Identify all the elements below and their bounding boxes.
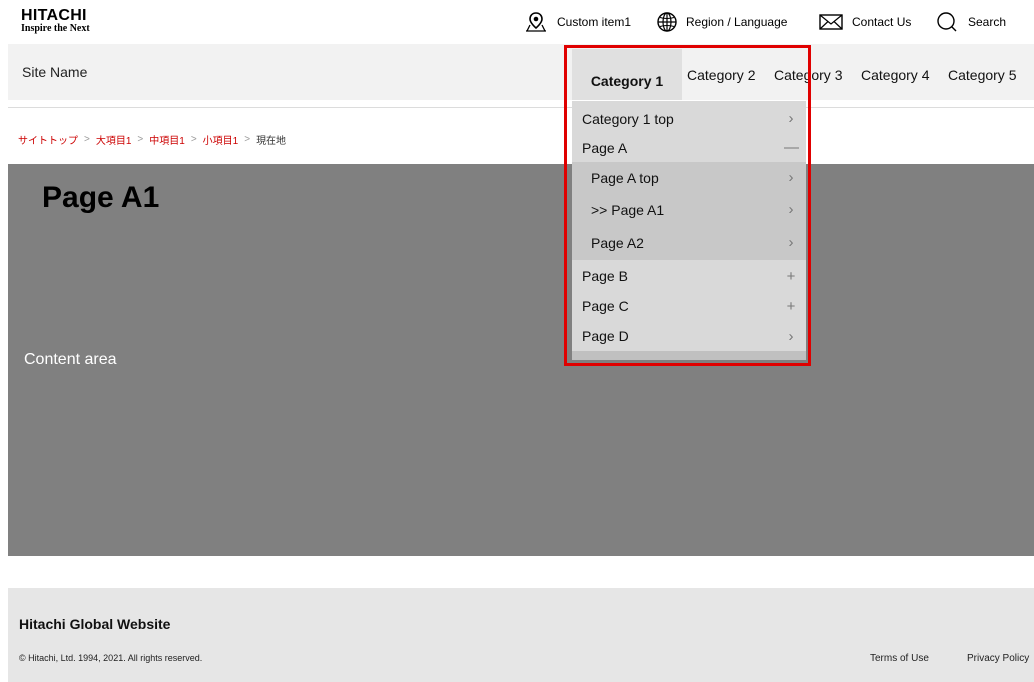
- breadcrumb-separator: >: [84, 134, 90, 145]
- dropdown-bottom-strip: [572, 351, 806, 360]
- terms-of-use-link[interactable]: Terms of Use: [870, 653, 929, 664]
- header-divider: [8, 107, 1034, 108]
- plus-icon: +: [786, 297, 796, 315]
- menu-item-label: Page C: [582, 298, 629, 314]
- footer: Hitachi Global Website © Hitachi, Ltd. 1…: [8, 588, 1034, 682]
- hitachi-logo[interactable]: HITACHI Inspire the Next: [21, 8, 90, 34]
- menu-item-category-1-top[interactable]: Category 1 top ›: [572, 104, 806, 133]
- plus-icon: +: [786, 267, 796, 285]
- custom-item-label: Custom item1: [557, 15, 632, 29]
- map-pin-icon: [526, 12, 546, 32]
- chevron-right-icon: ›: [788, 327, 794, 345]
- page-title: Page A1: [42, 181, 160, 214]
- site-navigation-bar: Site Name Category 1 Category 2 Category…: [8, 44, 1034, 100]
- tab-category-5[interactable]: Category 5: [948, 49, 1016, 100]
- menu-item-page-a[interactable]: Page A —: [572, 133, 806, 162]
- top-header: HITACHI Inspire the Next Custom item1 Re…: [0, 0, 1034, 44]
- menu-item-page-a1[interactable]: >> Page A1 ›: [572, 193, 806, 226]
- logo-brand: HITACHI: [21, 7, 87, 24]
- breadcrumb-current: 現在地: [256, 136, 287, 147]
- mail-icon: [819, 14, 843, 30]
- breadcrumb-item-medium[interactable]: 中項目1: [149, 132, 185, 147]
- menu-item-label: Page B: [582, 268, 628, 284]
- search-link[interactable]: Search: [936, 11, 1006, 33]
- menu-item-label: Page D: [582, 328, 629, 344]
- tab-category-4[interactable]: Category 4: [861, 49, 929, 100]
- category-dropdown-menu: Category 1 top › Page A — Page A top › >…: [572, 101, 806, 360]
- logo-tagline: Inspire the Next: [21, 23, 90, 34]
- globe-icon: [657, 12, 677, 32]
- menu-item-page-a-top[interactable]: Page A top ›: [572, 162, 806, 193]
- copyright-text: © Hitachi, Ltd. 1994, 2021. All rights r…: [19, 653, 203, 663]
- chevron-right-icon: ›: [788, 234, 794, 251]
- footer-title[interactable]: Hitachi Global Website: [19, 616, 170, 632]
- breadcrumb-item-small[interactable]: 小項目1: [203, 132, 239, 147]
- breadcrumb-item-large[interactable]: 大項目1: [96, 132, 132, 147]
- search-icon: [937, 12, 957, 32]
- breadcrumb-separator: >: [244, 134, 251, 145]
- tab-category-2[interactable]: Category 2: [687, 49, 755, 100]
- region-language-label: Region / Language: [686, 15, 788, 29]
- minus-icon: —: [784, 139, 799, 156]
- menu-item-page-c[interactable]: Page C +: [572, 291, 806, 321]
- menu-item-label: >> Page A1: [591, 201, 665, 218]
- page-a-submenu: Page A top › >> Page A1 › Page A2 ›: [572, 162, 806, 260]
- chevron-right-icon: ›: [788, 110, 794, 127]
- menu-item-page-b[interactable]: Page B +: [572, 261, 806, 291]
- region-language-link[interactable]: Region / Language: [656, 11, 787, 33]
- chevron-right-icon: ›: [788, 201, 794, 218]
- menu-item-label: Page A: [582, 139, 628, 156]
- content-area: Page A1 Content area: [8, 164, 1034, 556]
- menu-item-page-a2[interactable]: Page A2 ›: [572, 226, 806, 259]
- contact-us-link[interactable]: Contact Us: [818, 11, 911, 33]
- breadcrumb: サイトトップ > 大項目1 > 中項目1 > 小項目1 > 現在地: [18, 132, 286, 147]
- content-area-label: Content area: [24, 351, 117, 368]
- site-name[interactable]: Site Name: [22, 64, 87, 80]
- menu-item-label: Page A2: [591, 234, 644, 251]
- menu-item-label: Category 1 top: [582, 110, 674, 127]
- tab-category-1[interactable]: Category 1: [572, 49, 682, 100]
- breadcrumb-item-site-top[interactable]: サイトトップ: [18, 132, 78, 147]
- chevron-right-icon: ›: [788, 169, 794, 186]
- search-label: Search: [968, 15, 1007, 29]
- custom-item-link[interactable]: Custom item1: [523, 11, 631, 33]
- contact-us-label: Contact Us: [852, 15, 912, 29]
- menu-item-page-d[interactable]: Page D ›: [572, 321, 806, 351]
- menu-item-label: Page A top: [591, 169, 659, 186]
- tab-category-3[interactable]: Category 3: [774, 49, 842, 100]
- breadcrumb-separator: >: [137, 134, 144, 145]
- privacy-policy-link[interactable]: Privacy Policy: [967, 653, 1029, 664]
- breadcrumb-separator: >: [190, 134, 197, 145]
